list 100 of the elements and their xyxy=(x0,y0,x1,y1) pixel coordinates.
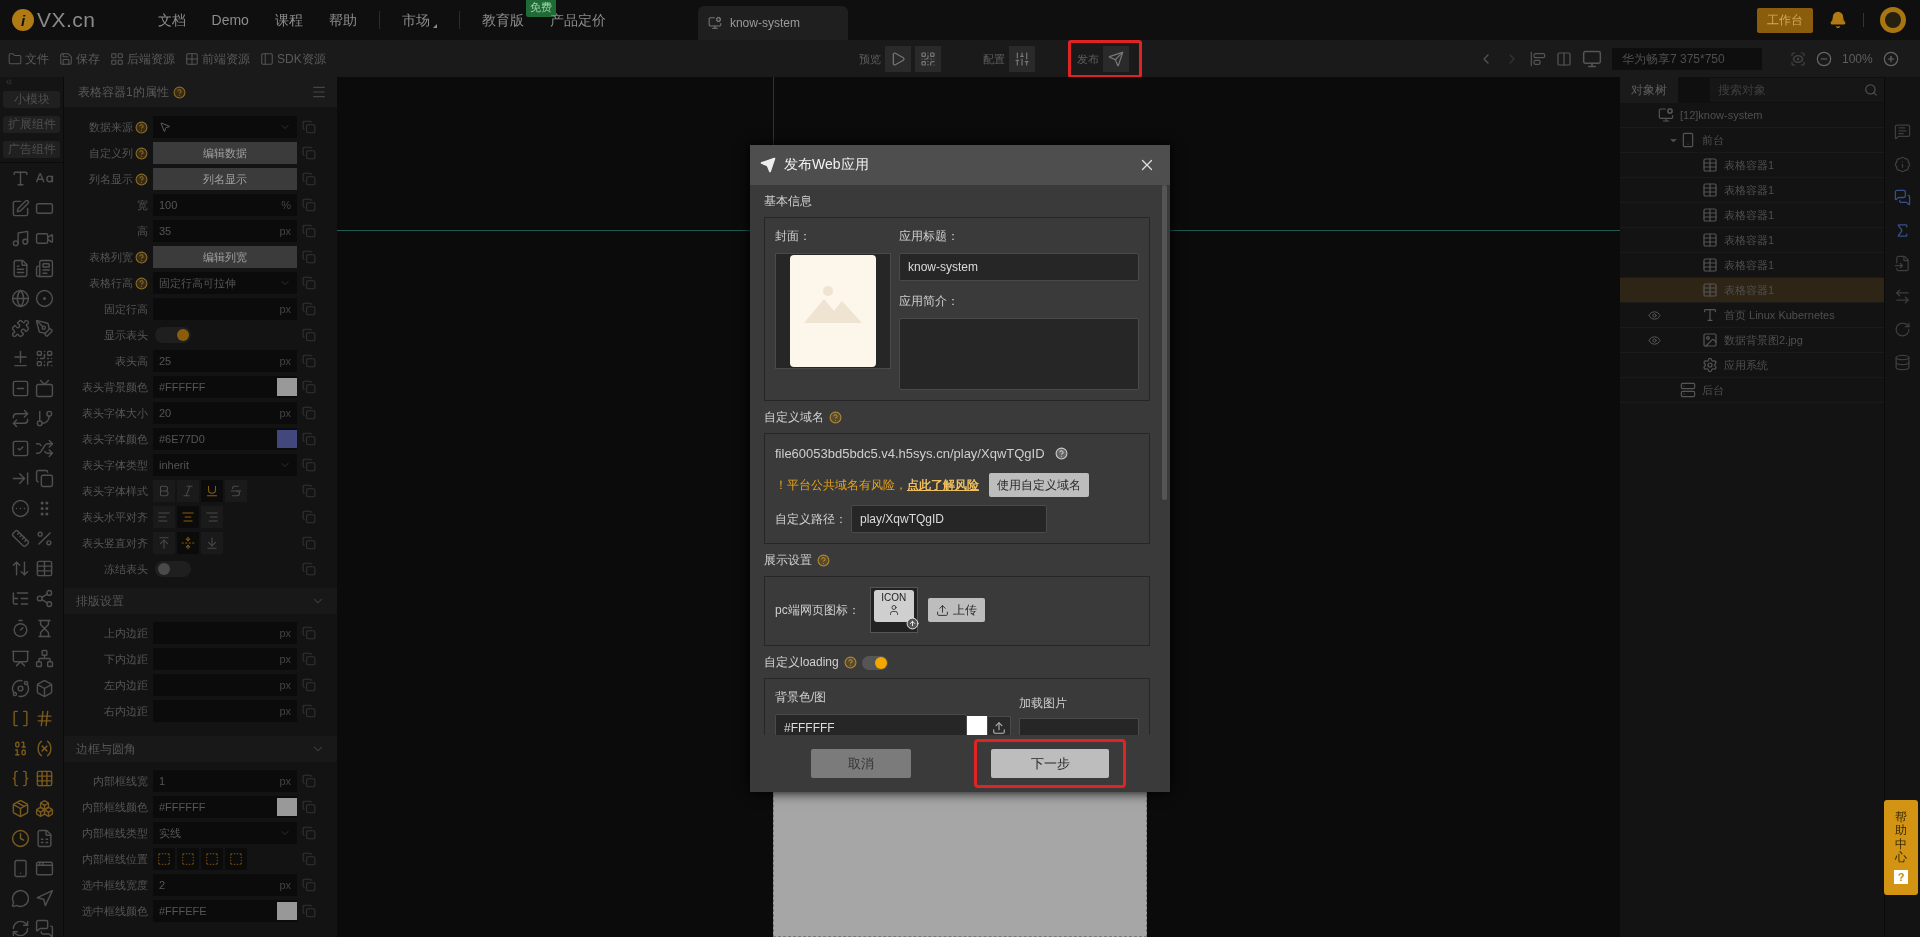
color-input[interactable]: #FFFEFE xyxy=(153,900,297,922)
next-button[interactable]: 下一步 xyxy=(991,749,1109,778)
style-option-button[interactable] xyxy=(225,848,247,870)
copy-icon xyxy=(302,354,316,368)
copy-icon xyxy=(302,484,316,498)
copy-icon xyxy=(302,800,316,814)
property-label: 表头背景颜色 xyxy=(82,379,148,395)
strikethrough-icon xyxy=(229,484,243,498)
color-input[interactable]: #FFFFFF xyxy=(775,714,967,735)
nav-link[interactable]: Demo xyxy=(211,11,249,29)
scrollbar[interactable] xyxy=(1162,185,1167,500)
style-option-button[interactable] xyxy=(201,480,223,502)
document-tab[interactable]: know-system xyxy=(697,6,848,40)
copy-icon xyxy=(302,652,316,666)
rotate-icon xyxy=(1894,321,1911,338)
swap-arrows-icon xyxy=(1894,288,1911,305)
puzzle-icon xyxy=(10,319,30,338)
save-icon xyxy=(59,52,73,66)
style-option-button[interactable] xyxy=(177,506,199,528)
style-option-button[interactable] xyxy=(201,506,223,528)
property-dropdown[interactable]: 实线 xyxy=(153,822,297,844)
toolbar-button[interactable] xyxy=(1009,46,1035,72)
color-swatch[interactable] xyxy=(967,716,987,735)
style-option-button[interactable] xyxy=(153,506,175,528)
style-option-button[interactable] xyxy=(177,532,199,554)
copy-icon xyxy=(302,380,316,394)
database-icon xyxy=(1894,354,1911,371)
color-swatch[interactable] xyxy=(277,798,297,816)
panel-tab[interactable]: 对象树 xyxy=(1620,77,1678,103)
copy-icon xyxy=(302,678,316,692)
person-icon xyxy=(887,604,900,616)
cover-frame[interactable] xyxy=(775,253,891,369)
avatar[interactable] xyxy=(1880,7,1906,33)
toolbar-button[interactable] xyxy=(1103,46,1129,72)
style-option-button[interactable] xyxy=(153,848,175,870)
color-swatch[interactable] xyxy=(277,430,297,448)
search-icon xyxy=(1864,83,1878,97)
section-heading: 基本信息 xyxy=(764,193,812,210)
style-option-button[interactable] xyxy=(153,532,175,554)
toolbar-button[interactable] xyxy=(885,46,911,72)
help-center-button[interactable]: 帮助中心 ? xyxy=(1884,800,1918,895)
property-button[interactable]: 列名显示 xyxy=(153,168,297,190)
color-input[interactable]: #FFFFFF xyxy=(153,376,297,398)
nav-link[interactable]: 帮助 xyxy=(328,11,357,29)
style-option-button[interactable] xyxy=(177,480,199,502)
logo[interactable]: i VX.cn xyxy=(12,8,96,32)
nav-link[interactable]: 文档 xyxy=(157,11,186,29)
field-label: 应用标题： xyxy=(899,228,960,245)
risk-link[interactable]: 点此了解风险 xyxy=(907,477,979,492)
property-button[interactable]: 编辑列宽 xyxy=(153,246,297,268)
property-button[interactable]: 编辑数据 xyxy=(153,142,297,164)
style-option-button[interactable] xyxy=(225,480,247,502)
paper-plane-icon xyxy=(1108,51,1124,67)
list-tree-icon xyxy=(10,589,30,608)
workbench-button[interactable]: 工作台 xyxy=(1757,7,1813,33)
toolbar-action[interactable]: 保存 xyxy=(59,50,100,68)
image-field[interactable] xyxy=(1019,718,1139,735)
field-label: 背景色/图 xyxy=(775,689,828,706)
property-input[interactable]: 100 % xyxy=(153,194,297,216)
color-swatch[interactable] xyxy=(277,378,297,396)
device-field[interactable]: 华为畅享7 375*750 xyxy=(1612,48,1762,70)
upload-button[interactable] xyxy=(987,716,1011,735)
toggle-switch[interactable] xyxy=(155,561,191,577)
custom-domain-button[interactable]: 使用自定义域名 xyxy=(989,473,1089,497)
dotted-square-icon xyxy=(157,852,171,866)
upload-button[interactable]: 上传 xyxy=(927,598,985,622)
favicon-preview[interactable]: ICON xyxy=(869,587,918,633)
table-icon xyxy=(1702,257,1718,273)
branch-icon xyxy=(35,409,55,428)
toolbar-label: 预览 xyxy=(859,51,881,67)
toggle-switch[interactable] xyxy=(155,327,191,343)
title-input[interactable]: know-system xyxy=(899,253,1139,281)
style-option-button[interactable] xyxy=(177,848,199,870)
property-dropdown[interactable]: 固定行高可拉伸 xyxy=(153,272,297,294)
nav-link[interactable]: 课程 xyxy=(274,11,303,29)
description-textarea[interactable] xyxy=(899,318,1139,390)
brackets-icon xyxy=(10,709,30,728)
style-option-button[interactable] xyxy=(201,532,223,554)
bell-icon xyxy=(1829,11,1847,29)
color-swatch[interactable] xyxy=(277,902,297,920)
file-icon xyxy=(1894,255,1911,272)
cancel-button[interactable]: 取消 xyxy=(811,749,911,778)
table-icon xyxy=(35,559,55,578)
toolbar-button[interactable] xyxy=(915,46,941,72)
field-label: pc端网页图标： xyxy=(775,601,860,619)
property-dropdown[interactable]: inherit xyxy=(153,454,297,476)
ellipsis-circle-icon xyxy=(10,499,30,518)
toolbar-action[interactable]: 文件 xyxy=(8,50,49,68)
tree-item[interactable]: [12]know-system xyxy=(1620,103,1884,128)
path-input[interactable]: play/XqwTQgID xyxy=(851,505,1047,533)
nav-link[interactable]: 市场 xyxy=(401,11,437,29)
panel-icon xyxy=(260,52,274,66)
color-input[interactable]: #FFFFFF xyxy=(153,796,297,818)
style-option-button[interactable] xyxy=(201,848,223,870)
style-option-button[interactable] xyxy=(153,480,175,502)
section-header[interactable]: 边框与圆角 xyxy=(64,736,337,762)
toggle-switch[interactable] xyxy=(861,655,888,670)
upload-icon xyxy=(992,721,1006,735)
up-down-arrows-icon xyxy=(10,559,30,578)
color-input[interactable]: #6E77D0 xyxy=(153,428,297,450)
